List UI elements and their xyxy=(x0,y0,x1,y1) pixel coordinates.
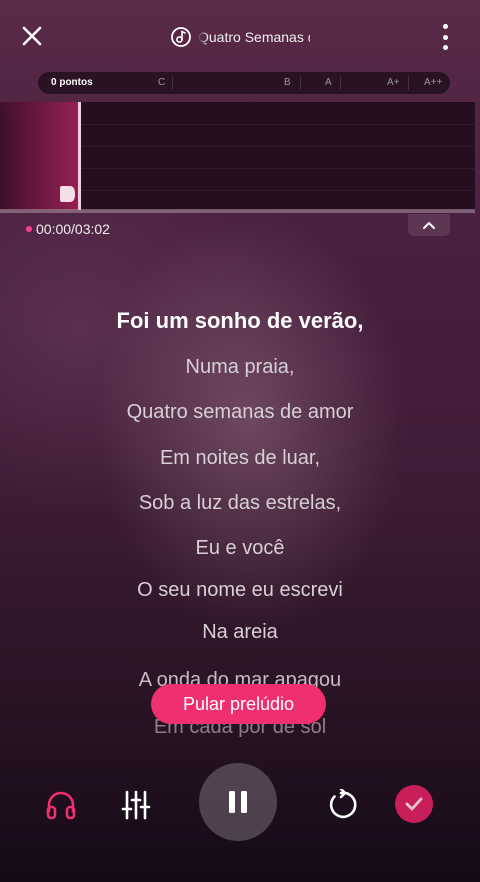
lyric-line: Eu e você xyxy=(195,537,285,559)
points-label: 0 pontos xyxy=(51,77,93,88)
finish-button[interactable] xyxy=(395,785,433,823)
score-bar: 0 pontos C B A A+ A++ xyxy=(38,72,450,94)
top-bar: Quatro Semanas de Amor xyxy=(0,0,480,70)
lyric-line: Sob a luz das estrelas, xyxy=(138,492,342,514)
lyric-line: O seu nome eu escrevi xyxy=(137,579,343,601)
song-title: Quatro Semanas de Amor xyxy=(198,29,310,45)
headphones-icon xyxy=(46,791,76,820)
lyric-line: Em noites de luar, xyxy=(159,447,321,469)
collapse-pitch-button[interactable] xyxy=(408,214,450,236)
close-icon xyxy=(22,26,42,46)
equalizer-button[interactable] xyxy=(115,784,157,826)
pause-button[interactable] xyxy=(199,763,277,841)
replay-button[interactable] xyxy=(320,784,362,826)
lyric-line: Quatro semanas de amor xyxy=(126,401,354,423)
music-note-icon xyxy=(171,27,191,47)
lyric-line: Na areia xyxy=(202,621,278,643)
close-button[interactable] xyxy=(14,18,50,54)
lyric-line-active: Foi um sonho de verão, xyxy=(116,308,364,333)
playback-controls xyxy=(0,760,480,850)
headphones-button[interactable] xyxy=(40,784,82,826)
pitch-cursor xyxy=(78,102,81,210)
time-text: 00:00/03:02 xyxy=(36,221,110,237)
grade-a: A xyxy=(325,77,332,88)
replay-icon xyxy=(329,789,357,819)
chevron-up-icon xyxy=(423,222,435,229)
pause-icon xyxy=(229,791,247,813)
check-icon xyxy=(405,797,423,811)
song-title-bar: Quatro Semanas de Amor xyxy=(170,24,310,50)
equalizer-icon xyxy=(121,790,151,820)
voice-marker-icon xyxy=(60,186,75,202)
more-options-button[interactable] xyxy=(436,22,454,52)
song-progress-bar[interactable] xyxy=(0,209,475,213)
time-display: 00:00/03:02 xyxy=(26,221,110,237)
grade-c: C xyxy=(158,77,166,88)
grade-a-plus: A+ xyxy=(387,77,400,88)
more-vertical-icon xyxy=(442,24,448,29)
record-dot xyxy=(26,226,32,232)
grade-b: B xyxy=(284,77,291,88)
lyric-line: Numa praia, xyxy=(185,356,295,378)
skip-prelude-button[interactable]: Pular prelúdio xyxy=(151,684,326,724)
grade-a-plus-plus: A++ xyxy=(424,77,443,88)
